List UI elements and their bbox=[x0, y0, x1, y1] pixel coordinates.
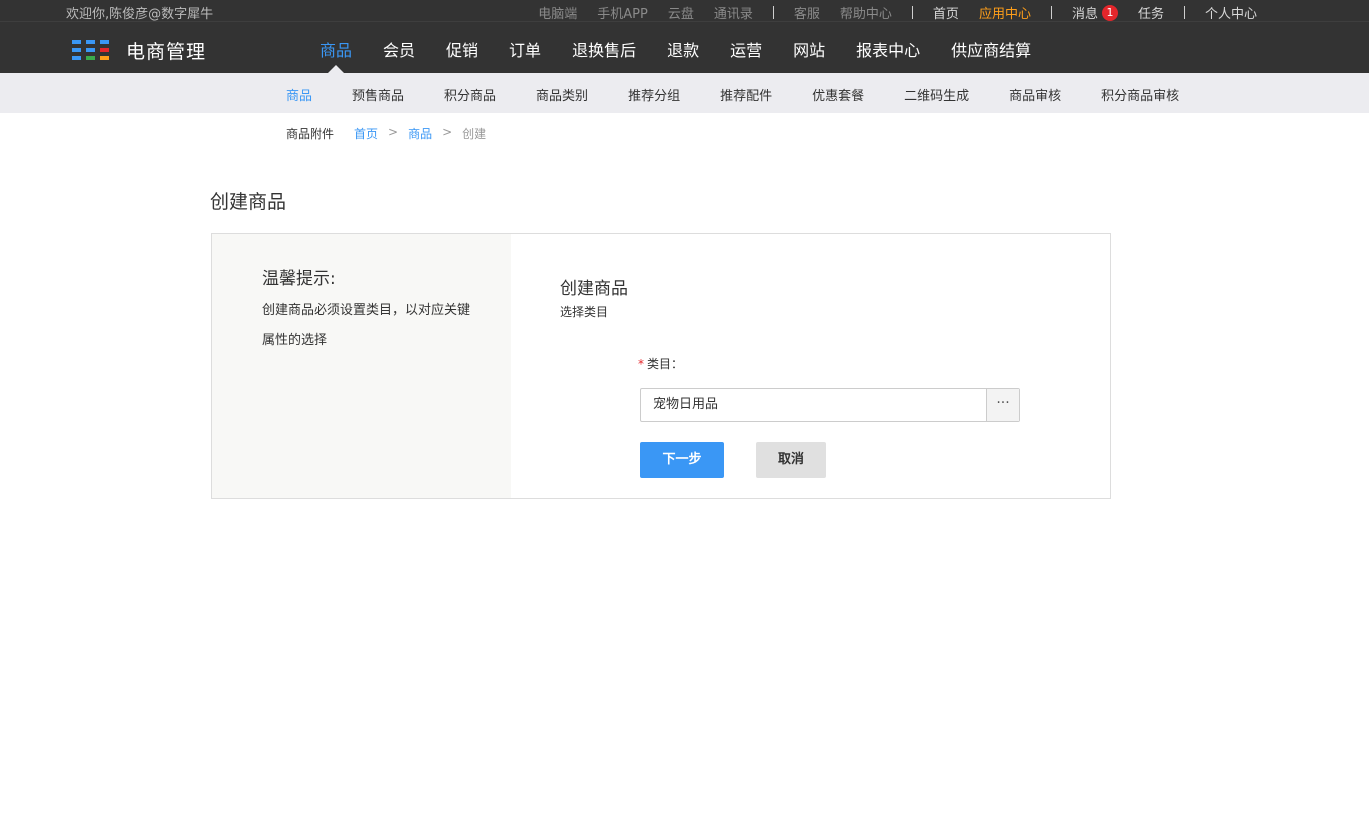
link-home[interactable]: 首页 bbox=[933, 3, 959, 22]
link-app-center[interactable]: 应用中心 bbox=[979, 3, 1031, 22]
main-nav-returns[interactable]: 退换售后 bbox=[572, 37, 636, 73]
breadcrumb-goods[interactable]: 商品 bbox=[408, 125, 432, 142]
main-nav-operations[interactable]: 运营 bbox=[730, 37, 762, 73]
link-mobile-app[interactable]: 手机APP bbox=[597, 3, 648, 22]
category-field[interactable]: 宠物日用品 ··· bbox=[640, 388, 1020, 422]
sub-nav-goods-review[interactable]: 商品审核 bbox=[1009, 85, 1061, 104]
category-label: * 类目： bbox=[638, 355, 683, 372]
divider bbox=[1050, 6, 1052, 19]
sub-nav-qrcode[interactable]: 二维码生成 bbox=[904, 85, 969, 104]
breadcrumb-section: 商品附件 bbox=[286, 127, 335, 141]
sub-nav-goods[interactable]: 商品 bbox=[286, 85, 312, 104]
link-help-center[interactable]: 帮助中心 bbox=[840, 3, 892, 22]
link-desktop[interactable]: 电脑端 bbox=[538, 3, 577, 22]
messages-label: 消息 bbox=[1071, 7, 1098, 22]
tips-title: 温馨提示: bbox=[262, 269, 336, 289]
top-utility-bar: 欢迎你,陈俊彦@数字犀牛 电脑端 手机APP 云盘 通讯录 客服 帮助中心 首页… bbox=[0, 0, 1369, 22]
link-tasks[interactable]: 任务 bbox=[1138, 3, 1164, 22]
required-mark: * bbox=[638, 357, 644, 371]
create-goods-panel: 温馨提示: 创建商品必须设置类目，以对应关键属性的选择 创建商品 选择类目 * 类… bbox=[211, 233, 1111, 499]
main-nav-website[interactable]: 网站 bbox=[793, 37, 825, 73]
brand-name: 电商管理 bbox=[126, 41, 207, 63]
cancel-button[interactable]: 取消 bbox=[756, 442, 826, 478]
link-contacts[interactable]: 通讯录 bbox=[714, 3, 753, 22]
main-nav-members[interactable]: 会员 bbox=[383, 37, 415, 73]
sub-nav-recommend-accessories[interactable]: 推荐配件 bbox=[720, 85, 772, 104]
utility-links: 电脑端 手机APP 云盘 通讯录 客服 帮助中心 首页 应用中心 消息 1 任务… bbox=[518, 3, 1257, 22]
form-title: 创建商品 bbox=[560, 279, 628, 299]
breadcrumb-current: 创建 bbox=[462, 127, 487, 141]
main-nav-refunds[interactable]: 退款 bbox=[667, 37, 699, 73]
main-nav-goods[interactable]: 商品 bbox=[320, 37, 352, 73]
category-label-text: 类目： bbox=[647, 357, 684, 371]
category-value[interactable]: 宠物日用品 bbox=[641, 389, 986, 421]
tips-panel: 温馨提示: 创建商品必须设置类目，以对应关键属性的选择 bbox=[212, 234, 511, 498]
sub-nav: 商品 预售商品 积分商品 商品类别 推荐分组 推荐配件 优惠套餐 二维码生成 商… bbox=[0, 73, 1369, 113]
link-cloud-disk[interactable]: 云盘 bbox=[668, 3, 694, 22]
breadcrumb-home[interactable]: 首页 bbox=[354, 125, 378, 142]
main-nav-reports[interactable]: 报表中心 bbox=[856, 37, 920, 73]
grid-logo-icon bbox=[72, 39, 112, 62]
link-messages[interactable]: 消息 1 bbox=[1072, 3, 1118, 22]
welcome-text: 欢迎你,陈俊彦@数字犀牛 bbox=[66, 7, 214, 22]
main-nav-orders[interactable]: 订单 bbox=[509, 37, 541, 73]
sub-nav-points-goods[interactable]: 积分商品 bbox=[444, 85, 496, 104]
top-header: 欢迎你,陈俊彦@数字犀牛 电脑端 手机APP 云盘 通讯录 客服 帮助中心 首页… bbox=[0, 0, 1369, 73]
main-nav: 商品 会员 促销 订单 退换售后 退款 运营 网站 报表中心 供应商结算 bbox=[306, 37, 1062, 73]
breadcrumb-separator: > bbox=[442, 125, 453, 139]
tips-text: 创建商品必须设置类目，以对应关键属性的选择 bbox=[262, 303, 471, 348]
divider bbox=[911, 6, 913, 19]
sub-nav-bundle-deals[interactable]: 优惠套餐 bbox=[812, 85, 864, 104]
brand-logo[interactable]: 电商管理 bbox=[72, 37, 206, 64]
sub-nav-presale-goods[interactable]: 预售商品 bbox=[352, 85, 404, 104]
divider bbox=[772, 6, 774, 19]
form-subtitle: 选择类目 bbox=[560, 305, 609, 319]
link-customer-service[interactable]: 客服 bbox=[794, 3, 820, 22]
sub-nav-points-goods-review[interactable]: 积分商品审核 bbox=[1101, 85, 1179, 104]
next-step-button[interactable]: 下一步 bbox=[640, 442, 724, 478]
main-nav-promotions[interactable]: 促销 bbox=[446, 37, 478, 73]
category-picker-button[interactable]: ··· bbox=[986, 389, 1019, 421]
message-count-badge: 1 bbox=[1101, 4, 1118, 21]
breadcrumb: 商品附件 首页 > 商品 > 创建 bbox=[286, 125, 486, 142]
main-nav-supplier-settlement[interactable]: 供应商结算 bbox=[951, 37, 1031, 73]
divider bbox=[1183, 6, 1185, 19]
link-profile[interactable]: 个人中心 bbox=[1205, 3, 1257, 22]
breadcrumb-separator: > bbox=[388, 125, 399, 139]
sub-nav-recommend-groups[interactable]: 推荐分组 bbox=[628, 85, 680, 104]
sub-nav-goods-category[interactable]: 商品类别 bbox=[536, 85, 588, 104]
page-title: 创建商品 bbox=[210, 191, 287, 213]
